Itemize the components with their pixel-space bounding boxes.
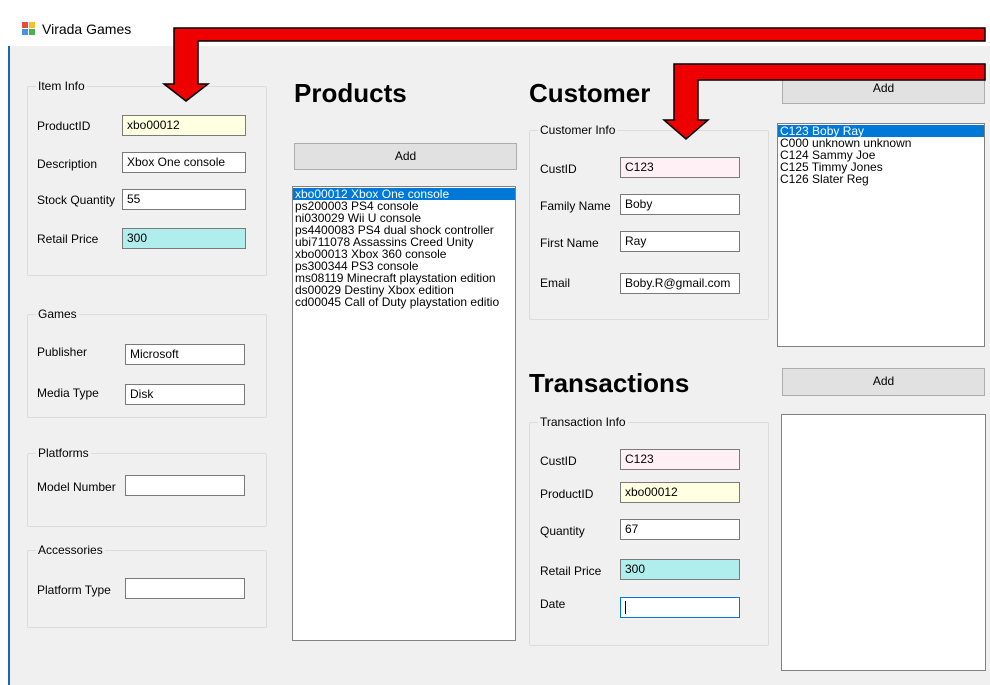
red-arrow-to-custid-icon	[661, 63, 986, 140]
